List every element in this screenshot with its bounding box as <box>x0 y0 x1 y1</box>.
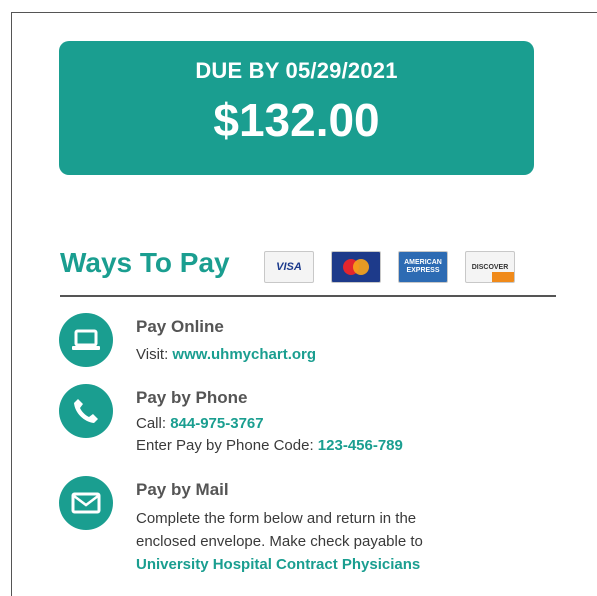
laptop-icon <box>59 313 113 367</box>
mastercard-card-logo <box>331 251 381 283</box>
pay-by-phone-code-label: Enter Pay by Phone Code: <box>136 437 314 454</box>
mychart-link[interactable]: www.uhmychart.org <box>172 346 316 363</box>
discover-orange-stripe <box>492 272 514 282</box>
american-express-label: AMERICAN EXPRESS <box>404 259 442 274</box>
envelope-icon <box>59 476 113 530</box>
amount-due: $132.00 <box>213 94 380 146</box>
section-divider <box>60 295 556 297</box>
ways-to-pay-heading: Ways To Pay <box>60 247 230 278</box>
discover-label: DISCOVER <box>471 263 509 271</box>
due-date-label: DUE BY 05/29/2021 <box>195 58 398 83</box>
visa-card-logo: VISA <box>264 251 314 283</box>
visit-label: Visit: <box>136 346 169 363</box>
phone-icon <box>59 384 113 438</box>
pay-by-phone-code: 123-456-789 <box>317 437 403 454</box>
phone-code-line: Enter Pay by Phone Code: 123-456-789 <box>136 437 403 454</box>
pay-by-phone-title: Pay by Phone <box>136 388 248 407</box>
discover-card-logo: DISCOVER <box>465 251 515 283</box>
visa-label: VISA <box>276 261 302 273</box>
mastercard-yellow-circle <box>353 259 369 275</box>
american-express-card-logo: AMERICAN EXPRESS <box>398 251 448 283</box>
amount-due-box: DUE BY 05/29/2021 $132.00 <box>59 41 534 175</box>
call-label: Call: <box>136 415 167 432</box>
phone-number-link[interactable]: 844-975-3767 <box>170 415 263 432</box>
frame-border-left <box>11 12 12 596</box>
phone-call-line: Call: 844-975-3767 <box>136 415 264 432</box>
payee-name: University Hospital Contract Physicians <box>136 556 421 573</box>
pay-online-visit-line: Visit: www.uhmychart.org <box>136 346 316 363</box>
mail-instruction-line-1: Complete the form below and return in th… <box>136 510 417 527</box>
mail-instruction-line-2: enclosed envelope. Make check payable to <box>136 533 423 550</box>
pay-online-title: Pay Online <box>136 317 224 336</box>
frame-border-top <box>11 12 597 13</box>
pay-by-mail-title: Pay by Mail <box>136 480 229 499</box>
